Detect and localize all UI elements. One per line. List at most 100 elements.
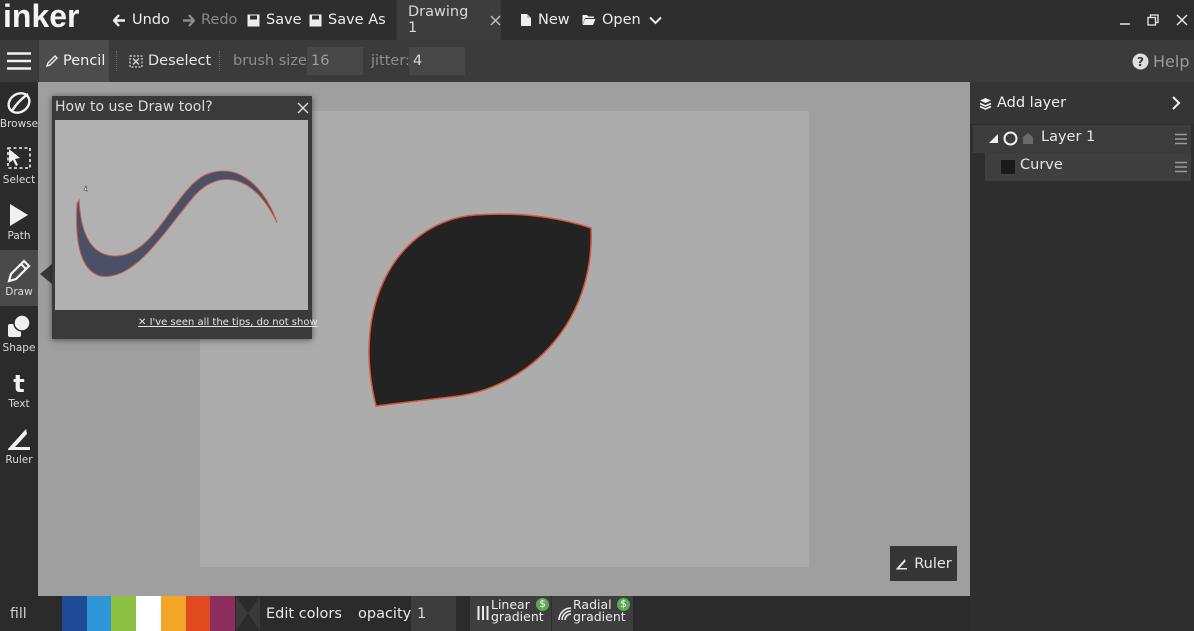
opacity-label: opacity: (358, 605, 416, 622)
collapse-triangle-icon[interactable] (988, 133, 999, 144)
tool-label: Draw (5, 286, 33, 298)
save-as-label: Save As (328, 12, 386, 28)
fill-label: fill (10, 605, 27, 622)
color-swatch[interactable] (160, 596, 186, 631)
color-swatch[interactable] (210, 596, 236, 631)
restore-button[interactable] (1141, 0, 1165, 40)
arrow-right-icon (183, 13, 195, 27)
tool-select[interactable]: Select (0, 138, 38, 194)
close-tab-icon[interactable] (490, 14, 501, 26)
chevron-down-icon (649, 16, 662, 24)
ruler-icon (8, 429, 30, 450)
tool-label: Browse (0, 118, 39, 130)
tool-ruler[interactable]: Ruler (0, 418, 38, 474)
divider (116, 51, 117, 71)
tool-text[interactable]: t Text (0, 362, 38, 418)
layer-menu-icon[interactable] (1174, 160, 1188, 174)
undo-label: Undo (132, 12, 170, 28)
help-label: Help (1153, 51, 1190, 71)
edit-colors-button[interactable]: Edit colors (266, 596, 342, 631)
minimize-icon (1120, 23, 1130, 25)
logo-text: inker (3, 0, 79, 34)
color-swatch[interactable] (111, 596, 137, 631)
lock-icon[interactable] (1021, 131, 1035, 145)
jitter-input[interactable]: 4 (409, 47, 465, 75)
layer-menu-icon[interactable] (1174, 132, 1188, 146)
main-menu-button[interactable] (0, 40, 38, 82)
layer-row[interactable]: Layer 1 (973, 125, 1191, 153)
color-swatch[interactable] (62, 596, 87, 631)
tool-label: Select (2, 174, 36, 186)
tool-draw[interactable]: Draw (0, 250, 38, 306)
save-button[interactable]: Save (247, 0, 302, 40)
curve-shape[interactable] (368, 213, 592, 407)
dismiss-tips-label: I've seen all the tips, do not show (149, 317, 318, 328)
color-swatch[interactable] (136, 596, 162, 631)
restore-icon (1147, 14, 1159, 26)
curve-row[interactable]: Curve (985, 153, 1191, 181)
premium-badge: $ (536, 598, 549, 611)
redo-button[interactable]: Redo (182, 0, 237, 40)
tool-shape[interactable]: Shape (0, 306, 38, 362)
help-button[interactable]: ? Help (1132, 40, 1189, 82)
browse-icon (7, 92, 31, 114)
curve-thumbnail (1001, 160, 1015, 174)
linear-gradient-line-2: gradient (491, 609, 544, 624)
bottom-bar: fill Edit colors opacity: 1 Linear gradie… (0, 596, 970, 631)
help-icon: ? (1132, 53, 1149, 69)
tab-drawing[interactable]: Drawing 1 (397, 0, 501, 40)
new-document-icon (521, 14, 531, 26)
chevron-right-icon[interactable] (1168, 95, 1184, 111)
radial-gradient-line-2: gradient (573, 609, 626, 624)
text-icon: t (13, 370, 24, 396)
linear-gradient-icon (477, 606, 489, 620)
shape-icon (8, 314, 31, 337)
visibility-circle-icon[interactable] (1003, 131, 1018, 146)
deselect-button[interactable]: Deselect (129, 40, 211, 82)
color-swatch[interactable] (185, 596, 211, 631)
tool-browse[interactable]: Browse (0, 82, 38, 138)
layers-icon (979, 97, 992, 110)
radial-gradient-button[interactable]: Radial gradient $ (552, 596, 633, 631)
arrow-left-icon (113, 13, 125, 27)
ruler-button-label: Ruler (914, 555, 952, 572)
tip-title: How to use Draw tool? (55, 99, 213, 115)
close-window-button[interactable] (1170, 0, 1194, 40)
tool-label: Text (8, 398, 30, 410)
title-bar: inker Undo Redo Save Save As Drawing 1 N… (0, 0, 1194, 40)
divider (219, 51, 220, 71)
palette-divider-icon (236, 596, 260, 631)
opacity-input[interactable]: 1 (411, 596, 456, 631)
tool-name: Pencil (63, 53, 106, 69)
open-button[interactable]: Open (582, 0, 641, 40)
layer-name: Curve (1020, 157, 1063, 173)
new-button[interactable]: New (520, 0, 570, 40)
deselect-icon (129, 54, 143, 68)
ruler-button[interactable]: Ruler (890, 546, 957, 581)
save-as-button[interactable]: Save As (309, 0, 386, 40)
linear-gradient-button[interactable]: Linear gradient $ (470, 596, 551, 631)
close-icon[interactable] (296, 101, 310, 115)
tool-path[interactable]: Path (0, 194, 38, 250)
brush-size-input[interactable]: 16 (307, 47, 363, 75)
tool-options-bar: Pencil Deselect brush size: 16 jitter: 4… (0, 40, 1194, 82)
pencil-mode-button[interactable]: Pencil (39, 40, 109, 82)
color-swatch[interactable] (86, 596, 112, 631)
add-layer-button[interactable]: Add layer (970, 82, 1194, 124)
tab-title: Drawing 1 (408, 4, 469, 36)
tool-label: Path (7, 230, 31, 242)
layer-name: Layer 1 (1041, 129, 1096, 145)
dismiss-tips-link[interactable]: ✕ I've seen all the tips, do not show (138, 317, 318, 328)
pencil-icon (46, 55, 58, 67)
tip-header: How to use Draw tool? (52, 96, 312, 120)
tip-pointer (40, 264, 52, 284)
select-icon (7, 147, 31, 169)
more-menu-button[interactable] (649, 0, 662, 40)
folder-icon (582, 15, 596, 25)
tool-sidebar: Browse Select Path Draw Shape t Text Rul… (0, 82, 38, 596)
minimize-button[interactable] (1113, 0, 1137, 40)
brush-size-label: brush size: (233, 53, 312, 69)
layers-panel: Add layer Layer 1 Curve (970, 82, 1194, 631)
undo-button[interactable]: Undo (113, 0, 170, 40)
tool-label: Ruler (5, 454, 33, 466)
